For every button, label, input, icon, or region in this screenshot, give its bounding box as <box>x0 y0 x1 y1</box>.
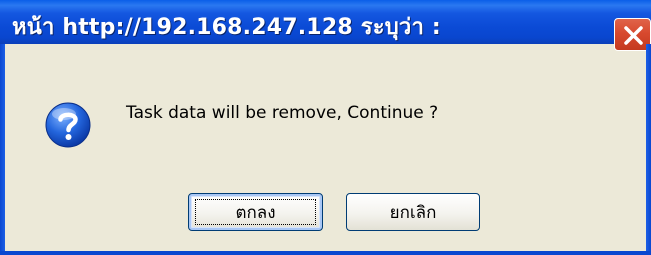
focus-ring <box>195 199 316 225</box>
alert-dialog: หน้า http://192.168.247.128 ระบุว่า : Ta… <box>0 0 651 255</box>
cancel-button[interactable]: ยกเลิก <box>346 193 480 231</box>
title-bar[interactable]: หน้า http://192.168.247.128 ระบุว่า : <box>0 0 651 44</box>
question-icon <box>45 102 91 148</box>
close-icon <box>624 26 643 45</box>
dialog-message: Task data will be remove, Continue ? <box>126 103 439 123</box>
window-frame-right <box>646 44 651 255</box>
ok-button[interactable]: ตกลง <box>188 193 323 231</box>
window-frame-left <box>0 44 5 255</box>
cancel-button-label: ยกเลิก <box>389 202 437 223</box>
dialog-title: หน้า http://192.168.247.128 ระบุว่า : <box>12 15 441 40</box>
window-frame-bottom <box>0 251 651 255</box>
